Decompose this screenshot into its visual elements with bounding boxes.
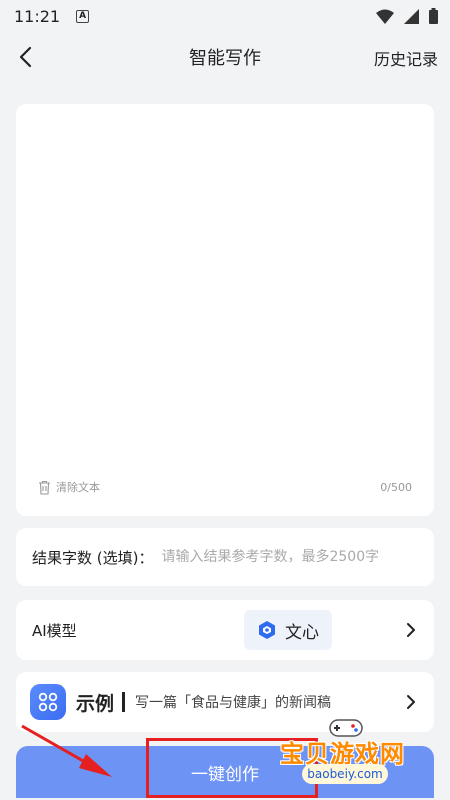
watermark-url: baobeiy.com: [302, 764, 388, 784]
wenxin-logo-icon: [259, 621, 275, 639]
wifi-icon: [376, 9, 394, 24]
model-name: 文心: [285, 622, 319, 643]
word-count-input[interactable]: [161, 549, 402, 565]
chevron-right-icon: [407, 623, 415, 637]
status-bar: 11:21 A: [0, 0, 450, 32]
prompt-textarea[interactable]: [34, 120, 416, 470]
example-divider: [122, 692, 126, 712]
ai-model-selector[interactable]: AI模型 文心: [16, 600, 434, 660]
word-count-card: 结果字数 (选填)：: [16, 528, 434, 586]
editor-card: 清除文本 0/500: [16, 104, 434, 516]
example-app-icon: [30, 684, 66, 720]
char-counter: 0/500: [380, 481, 412, 494]
watermark-logo: 宝贝游戏网 baobeiy.com: [272, 716, 422, 786]
example-title: 示例: [76, 692, 115, 715]
status-icons: [376, 8, 438, 24]
nav-bar: 智能写作 历史记录: [0, 32, 450, 82]
ai-model-label: AI模型: [32, 621, 77, 640]
history-button[interactable]: 历史记录: [374, 46, 438, 70]
back-button[interactable]: [10, 42, 40, 72]
chevron-left-icon: [19, 46, 32, 68]
notification-icon: A: [76, 9, 90, 23]
word-count-label: 结果字数 (选填)：: [32, 548, 154, 567]
status-time: 11:21: [14, 6, 61, 26]
grid-icon: [38, 692, 58, 712]
clear-text-label: 清除文本: [56, 481, 100, 494]
chevron-right-icon: [407, 695, 415, 709]
example-text: 写一篇「食品与健康」的新闻稿: [135, 695, 332, 711]
clear-text-button[interactable]: 清除文本: [38, 479, 100, 495]
model-chip: 文心: [244, 610, 332, 650]
battery-icon: [429, 8, 438, 24]
cell-signal-icon: [404, 8, 419, 24]
trash-icon: [39, 480, 50, 495]
page-title: 智能写作: [189, 48, 261, 69]
